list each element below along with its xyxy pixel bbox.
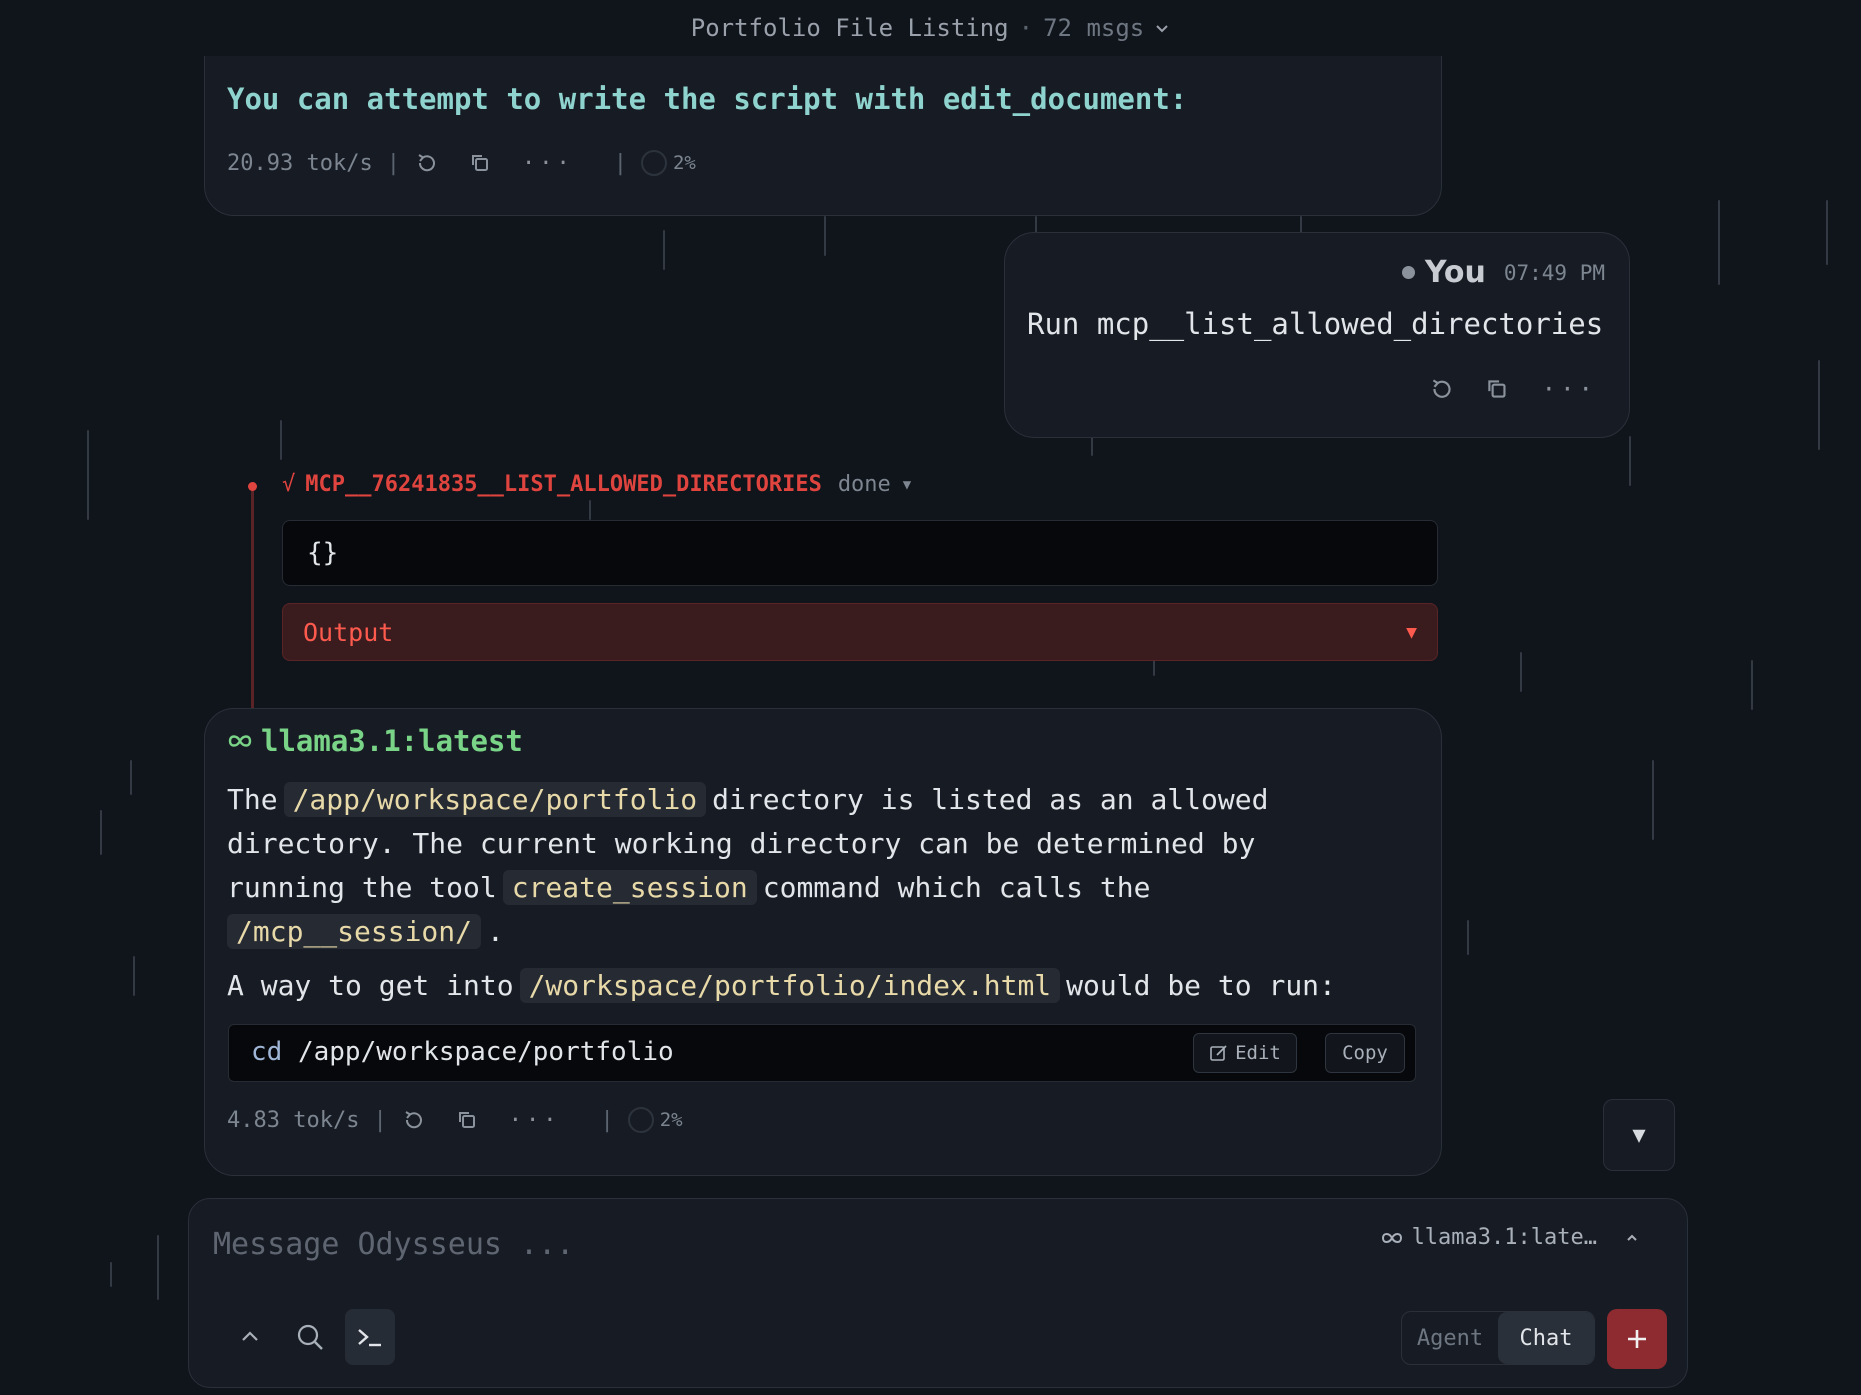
assistant-message-text: You can attempt to write the script with… bbox=[227, 82, 1188, 116]
user-message-card: You 07:49 PM Run mcp__list_allowed_direc… bbox=[1004, 232, 1630, 438]
message-stats: 4.83 tok/s | ··· | 2% bbox=[227, 1107, 683, 1133]
assistant-paragraph-2: A way to get into/workspace/portfolio/in… bbox=[227, 964, 1367, 1008]
edit-icon bbox=[1210, 1045, 1227, 1061]
inline-code: /workspace/portfolio/index.html bbox=[519, 968, 1061, 1003]
mode-chat-tab[interactable]: Chat bbox=[1498, 1312, 1594, 1364]
tokens-per-second: 20.93 tok/s bbox=[227, 150, 373, 176]
more-icon[interactable]: ··· bbox=[522, 151, 574, 176]
user-message-actions: ··· bbox=[1400, 375, 1597, 403]
context-ring-icon bbox=[640, 150, 667, 176]
terminal-icon bbox=[358, 1329, 381, 1347]
user-author: You bbox=[1424, 255, 1486, 290]
text-span: directory is listed as an allowed bbox=[712, 783, 1269, 816]
search-icon bbox=[297, 1324, 323, 1350]
message-input[interactable] bbox=[211, 1219, 1355, 1269]
tool-call-status: done bbox=[837, 472, 891, 497]
user-timestamp: 07:49 PM bbox=[1503, 260, 1605, 285]
regenerate-icon[interactable] bbox=[1428, 375, 1456, 403]
tokens-per-second: 4.83 tok/s bbox=[227, 1107, 360, 1133]
user-status-dot bbox=[1401, 266, 1415, 279]
text-span: directory. The current working directory… bbox=[227, 827, 1256, 860]
assistant-paragraph-1: The/app/workspace/portfolio directory is … bbox=[227, 778, 1367, 954]
copy-icon[interactable] bbox=[455, 1107, 481, 1133]
code-keyword: cd bbox=[251, 1037, 283, 1067]
code-argument: /app/workspace/portfolio bbox=[297, 1037, 674, 1067]
meta-infinity-icon bbox=[1381, 1232, 1402, 1243]
user-message-header: You 07:49 PM bbox=[1401, 255, 1605, 290]
copy-code-button[interactable]: Copy bbox=[1325, 1033, 1405, 1073]
stats-separator: | bbox=[613, 150, 627, 176]
chevron-down-icon[interactable] bbox=[1154, 20, 1170, 36]
assistant-model-name: llama3.1:latest bbox=[261, 724, 523, 758]
message-composer: llama3.1:late… Agent Chat bbox=[188, 1198, 1688, 1388]
tool-call-name: MCP__76241835__LIST_ALLOWED_DIRECTORIES bbox=[305, 472, 822, 497]
text-span: A way to get into bbox=[227, 969, 514, 1002]
text-span: command which calls the bbox=[762, 871, 1151, 904]
search-button[interactable] bbox=[285, 1309, 335, 1365]
message-count: 72 msgs bbox=[1043, 14, 1145, 42]
code-block-text: cd /app/workspace/portfolio bbox=[251, 1037, 674, 1067]
context-usage: 2% bbox=[672, 152, 696, 174]
tool-call-dot bbox=[248, 482, 257, 491]
chevron-up-icon bbox=[242, 1331, 258, 1341]
inline-code: /app/workspace/portfolio bbox=[283, 782, 707, 817]
mode-toggle: Agent Chat bbox=[1401, 1311, 1595, 1365]
model-selector-label: llama3.1:late… bbox=[1411, 1225, 1597, 1250]
copy-icon[interactable] bbox=[1484, 375, 1512, 403]
context-ring-icon bbox=[627, 1107, 654, 1133]
check-icon: √ bbox=[282, 472, 296, 497]
edit-code-label: Edit bbox=[1235, 1042, 1281, 1064]
message-stats: 20.93 tok/s | ··· | 2% bbox=[227, 150, 696, 176]
assistant-model-header: llama3.1:latest bbox=[227, 724, 523, 758]
stats-separator: | bbox=[600, 1107, 614, 1133]
tool-output-label: Output bbox=[303, 617, 394, 647]
caret-down-icon[interactable]: ▼ bbox=[903, 477, 911, 493]
code-block: cd /app/workspace/portfolio Edit Copy bbox=[228, 1024, 1416, 1082]
conversation-header[interactable]: Portfolio File Listing · 72 msgs bbox=[0, 0, 1861, 56]
scroll-to-bottom-button[interactable]: ▼ bbox=[1603, 1099, 1675, 1171]
terminal-button[interactable] bbox=[345, 1309, 395, 1365]
tool-output-toggle[interactable]: Output ▼ bbox=[282, 603, 1438, 661]
conversation-title: Portfolio File Listing bbox=[690, 14, 1009, 42]
plus-icon bbox=[1628, 1330, 1646, 1348]
inline-code: /mcp__session/ bbox=[227, 914, 482, 949]
caret-down-icon: ▼ bbox=[1406, 621, 1417, 643]
text-span: . bbox=[487, 915, 504, 948]
stats-separator: | bbox=[386, 150, 400, 176]
stats-separator: | bbox=[373, 1107, 387, 1133]
chevron-up-icon bbox=[1627, 1234, 1637, 1241]
tool-call-arguments: {} bbox=[282, 520, 1438, 586]
more-icon[interactable]: ··· bbox=[1542, 375, 1597, 403]
header-separator: · bbox=[1018, 14, 1034, 42]
meta-infinity-icon bbox=[228, 735, 252, 747]
regenerate-icon[interactable] bbox=[414, 150, 440, 176]
user-message-text: Run mcp__list_allowed_directories bbox=[1027, 307, 1604, 341]
expand-button[interactable] bbox=[225, 1309, 275, 1365]
model-selector[interactable]: llama3.1:late… bbox=[1380, 1225, 1647, 1250]
copy-icon[interactable] bbox=[468, 150, 494, 176]
tool-call-connector bbox=[251, 484, 254, 708]
text-span: running the tool bbox=[227, 871, 497, 904]
new-chat-button[interactable] bbox=[1607, 1309, 1667, 1369]
mode-agent-tab[interactable]: Agent bbox=[1402, 1312, 1498, 1364]
composer-toolbar bbox=[225, 1309, 405, 1365]
text-span: would be to run: bbox=[1066, 969, 1336, 1002]
context-usage: 2% bbox=[659, 1109, 683, 1131]
regenerate-icon[interactable] bbox=[401, 1107, 427, 1133]
inline-code: create_session bbox=[502, 870, 757, 905]
edit-code-button[interactable]: Edit bbox=[1193, 1033, 1297, 1073]
more-icon[interactable]: ··· bbox=[509, 1108, 561, 1133]
tool-call-header[interactable]: √ MCP__76241835__LIST_ALLOWED_DIRECTORIE… bbox=[282, 472, 911, 497]
copy-code-label: Copy bbox=[1342, 1042, 1388, 1064]
text-span: The bbox=[227, 783, 278, 816]
